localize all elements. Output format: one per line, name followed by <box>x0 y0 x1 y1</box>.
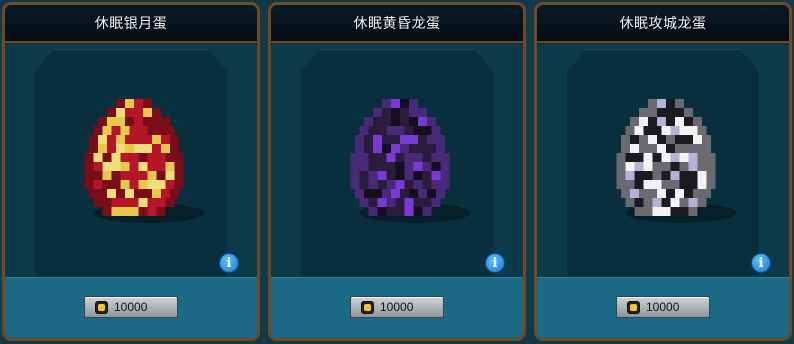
egg-image <box>350 99 470 223</box>
egg-card[interactable]: 休眠黄昏龙蛋 i 10000 <box>268 2 526 341</box>
egg-display: i <box>271 45 523 277</box>
card-title: 休眠银月蛋 <box>94 16 168 32</box>
card-header: 休眠黄昏龙蛋 <box>271 5 523 43</box>
card-title: 休眠黄昏龙蛋 <box>353 16 441 32</box>
info-icon[interactable]: i <box>219 253 239 273</box>
price-label: 10000 <box>380 300 414 314</box>
info-icon[interactable]: i <box>485 253 505 273</box>
coin-icon <box>627 300 640 314</box>
card-footer: 10000 <box>271 277 523 338</box>
buy-button[interactable]: 10000 <box>616 296 710 318</box>
egg-card[interactable]: 休眠银月蛋 i 10000 <box>2 2 260 341</box>
card-footer: 10000 <box>5 277 257 338</box>
card-title: 休眠攻城龙蛋 <box>619 16 707 32</box>
card-header: 休眠攻城龙蛋 <box>537 5 789 43</box>
card-footer: 10000 <box>537 277 789 338</box>
egg-image <box>84 99 204 223</box>
card-header: 休眠银月蛋 <box>5 5 257 43</box>
buy-button[interactable]: 10000 <box>350 296 444 318</box>
egg-shop: 休眠银月蛋 i 10000 休眠黄昏龙蛋 i 10000 休眠攻城龙蛋 i 10… <box>0 0 794 344</box>
egg-display: i <box>5 45 257 277</box>
egg-image <box>616 99 736 223</box>
egg-card[interactable]: 休眠攻城龙蛋 i 10000 <box>534 2 792 341</box>
price-label: 10000 <box>114 300 148 314</box>
coin-icon <box>361 300 374 314</box>
info-icon[interactable]: i <box>751 253 771 273</box>
buy-button[interactable]: 10000 <box>84 296 178 318</box>
price-label: 10000 <box>646 300 680 314</box>
egg-display: i <box>537 45 789 277</box>
coin-icon <box>95 300 108 314</box>
